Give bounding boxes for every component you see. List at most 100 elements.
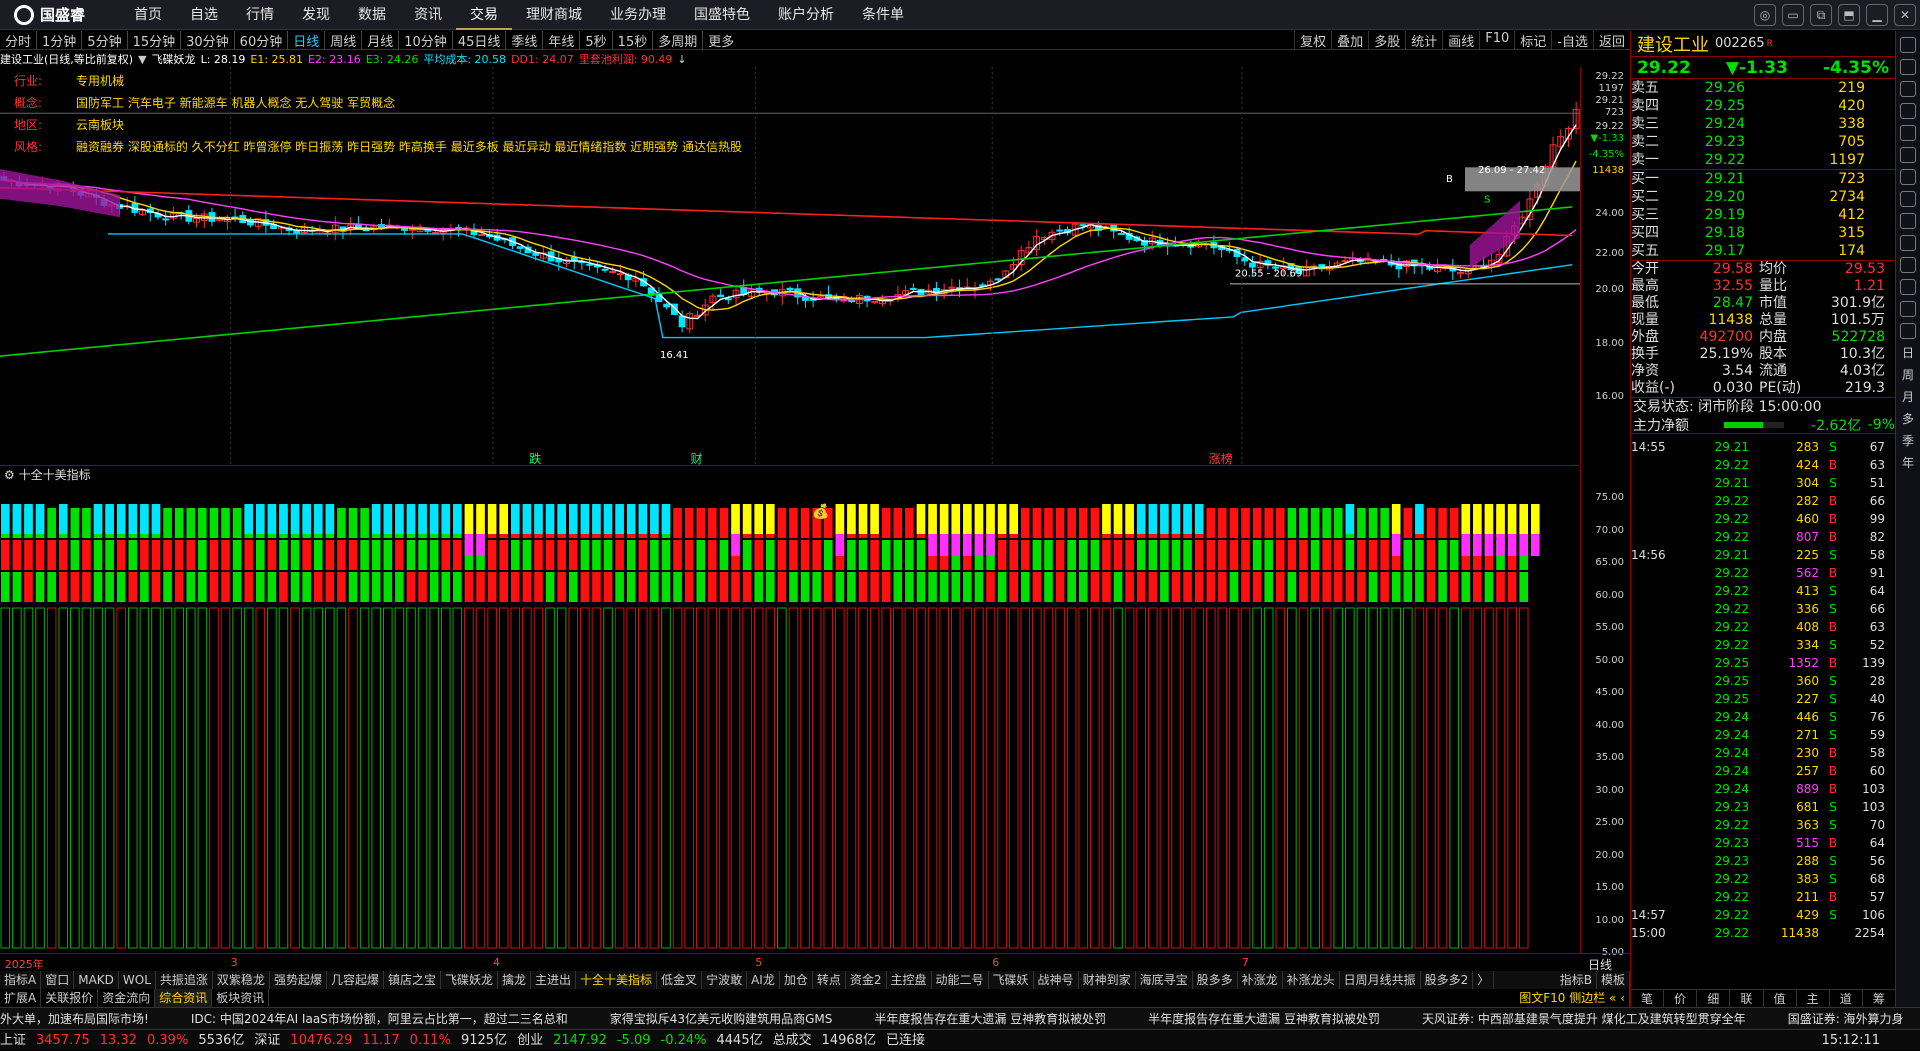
period-tab[interactable]: 30分钟 <box>180 30 234 50</box>
order-level[interactable]: 卖三 29.24 338 <box>1631 115 1895 133</box>
sidebar-tool-icon[interactable] <box>1900 81 1916 97</box>
news-item[interactable]: 国盛证券: 海外算力身 <box>1788 1012 1904 1026</box>
period-tab[interactable]: 更多 <box>702 30 739 50</box>
indicator-tab[interactable]: 加仓 <box>780 971 813 989</box>
indicator-tab[interactable]: 飞碟妖龙 <box>441 971 498 989</box>
sidebar-tool-icon[interactable] <box>1900 125 1916 141</box>
sidebar-tool-icon[interactable] <box>1900 279 1916 295</box>
sidebar-tool-icon[interactable] <box>1900 147 1916 163</box>
sidebar-toggle[interactable]: 图文F10 侧边栏 « ‹ <box>1515 989 1630 1007</box>
chart-tool-button[interactable]: 标记 <box>1514 31 1551 50</box>
indicator-tab[interactable]: 〉 <box>1473 971 1495 989</box>
stock-name[interactable]: 建设工业 <box>1637 31 1709 57</box>
nav-item[interactable]: 业务办理 <box>596 0 680 30</box>
sidebar-tool-icon[interactable] <box>1900 103 1916 119</box>
chart-tool-button[interactable]: F10 <box>1479 31 1514 50</box>
period-tab[interactable]: 60分钟 <box>233 30 288 50</box>
nav-item[interactable]: 国盛特色 <box>680 0 764 30</box>
nav-item[interactable]: 发现 <box>288 0 344 30</box>
chart-tool-button[interactable]: 叠加 <box>1331 31 1368 50</box>
window-control-icon[interactable]: ⧉ <box>1810 4 1832 26</box>
chart-tool-button[interactable]: 画线 <box>1442 31 1479 50</box>
order-level[interactable]: 卖二 29.23 705 <box>1631 133 1895 151</box>
sidebar-tool-icon[interactable] <box>1900 235 1916 251</box>
period-tab[interactable]: 多周期 <box>652 30 702 50</box>
indicator-tab[interactable]: 战神号 <box>1034 971 1079 989</box>
indicator-tab[interactable]: 股多多2 <box>1421 971 1474 989</box>
order-level[interactable]: 买三 29.19 412 <box>1631 206 1895 224</box>
order-level[interactable]: 买一 29.21 723 <box>1631 170 1895 188</box>
sidebar-tool-icon[interactable] <box>1900 323 1916 339</box>
order-level[interactable]: 买四 29.18 315 <box>1631 224 1895 242</box>
extension-tab[interactable]: 综合资讯 <box>155 989 213 1007</box>
indicator-tab[interactable]: 财神到家 <box>1079 971 1136 989</box>
period-tab[interactable]: 1分钟 <box>36 30 81 50</box>
sidebar-period-button[interactable]: 周 <box>1902 367 1914 383</box>
market-index-value[interactable]: 创业 <box>517 1033 543 1048</box>
quote-tab[interactable]: 筹 <box>1863 990 1896 1007</box>
quote-tab[interactable]: 联 <box>1730 990 1764 1007</box>
window-control-icon[interactable]: ◎ <box>1754 4 1776 26</box>
period-tab[interactable]: 月线 <box>361 30 398 50</box>
order-level[interactable]: 买五 29.17 174 <box>1631 242 1895 260</box>
sidebar-tool-icon[interactable] <box>1900 59 1916 75</box>
sidebar-tool-icon[interactable] <box>1900 37 1916 53</box>
period-tab[interactable]: 10分钟 <box>398 30 452 50</box>
chart-tool-button[interactable]: -自选 <box>1551 31 1593 50</box>
indicator-tab[interactable]: 补涨龙头 <box>1283 971 1340 989</box>
order-level[interactable]: 买二 29.20 2734 <box>1631 188 1895 206</box>
period-tab[interactable]: 5秒 <box>579 30 611 50</box>
indicator-tab[interactable]: 飞碟妖 <box>989 971 1034 989</box>
sidebar-tool-icon[interactable] <box>1900 301 1916 317</box>
indicator-tab[interactable]: 指标A <box>0 971 42 989</box>
nav-item[interactable]: 账户分析 <box>764 0 848 30</box>
period-tab[interactable]: 45日线 <box>451 30 506 50</box>
news-item[interactable]: IDC: 中国2024年AI IaaS市场份额，阿里云占比第一，超过二三名总和 <box>191 1012 568 1026</box>
indicator-tab[interactable]: 双紫稳龙 <box>213 971 270 989</box>
period-tab[interactable]: 年线 <box>542 30 579 50</box>
indicator-tab[interactable]: 资金2 <box>846 971 887 989</box>
period-tab[interactable]: 15秒 <box>611 30 653 50</box>
indicator2-gear-icon[interactable]: ⚙ <box>4 468 19 482</box>
nav-item[interactable]: 数据 <box>344 0 400 30</box>
indicator-tab[interactable]: AI龙 <box>747 971 780 989</box>
quote-tab[interactable]: 道 <box>1830 990 1863 1007</box>
extension-tab[interactable]: 扩展A <box>0 989 42 1007</box>
market-index-value[interactable]: 总成交 <box>773 1033 812 1048</box>
indicator-tab[interactable]: 窗口 <box>41 971 75 989</box>
quote-tab[interactable]: 笔 <box>1631 990 1665 1007</box>
trade-ticks[interactable]: 14:55 29.21 283 S 67 29.22 424 B 63 29.21 304 S 51 29… <box>1631 434 1895 942</box>
chart-tool-button[interactable]: 多股 <box>1368 31 1405 50</box>
indicator-tab[interactable]: WOL <box>119 971 156 989</box>
indicator-tab[interactable]: 补涨龙 <box>1238 971 1283 989</box>
window-control-icon[interactable]: ▭ <box>1782 4 1804 26</box>
sidebar-period-button[interactable]: 月 <box>1902 389 1914 405</box>
brand-logo[interactable]: 国盛睿 <box>0 0 120 30</box>
order-level[interactable]: 卖五 29.26 219 <box>1631 79 1895 97</box>
chart-tool-button[interactable]: 统计 <box>1405 31 1442 50</box>
indicator-tab[interactable]: 股多多 <box>1193 971 1238 989</box>
nav-item[interactable]: 理财商城 <box>512 0 596 30</box>
nav-item[interactable]: 自选 <box>176 0 232 30</box>
indicator-tab[interactable]: 转点 <box>813 971 846 989</box>
sidebar-tool-icon[interactable] <box>1900 169 1916 185</box>
chart-tool-button[interactable]: 返回 <box>1592 31 1630 50</box>
indicator-tab[interactable]: 低金叉 <box>657 971 703 989</box>
indicator-tab[interactable]: 主进出 <box>531 971 577 989</box>
order-level[interactable]: 卖四 29.25 420 <box>1631 97 1895 115</box>
indicator-value[interactable]: 建设工业(日线,等比前复权) <box>0 53 133 66</box>
sidebar-period-button[interactable]: 日 <box>1902 345 1914 361</box>
indicator-tab[interactable]: 镇店之宝 <box>384 971 441 989</box>
indicator-tab[interactable]: 强势起爆 <box>270 971 327 989</box>
order-level[interactable]: 卖一 29.22 1197 <box>1631 151 1895 169</box>
indicator-tab[interactable]: 动能二号 <box>932 971 989 989</box>
quote-tab[interactable]: 细 <box>1697 990 1731 1007</box>
market-index-value[interactable]: 深证 <box>254 1033 280 1048</box>
period-tab[interactable]: 5分钟 <box>81 30 126 50</box>
indicator-value[interactable]: 飞碟妖龙 <box>152 53 196 66</box>
nav-item[interactable]: 首页 <box>120 0 176 30</box>
indicator-tab[interactable]: 共振追涨 <box>156 971 213 989</box>
extension-tab[interactable]: 板块资讯 <box>212 989 270 1007</box>
window-control-icon[interactable]: ⬒ <box>1838 4 1860 26</box>
period-tab[interactable]: 分时 <box>0 31 36 50</box>
